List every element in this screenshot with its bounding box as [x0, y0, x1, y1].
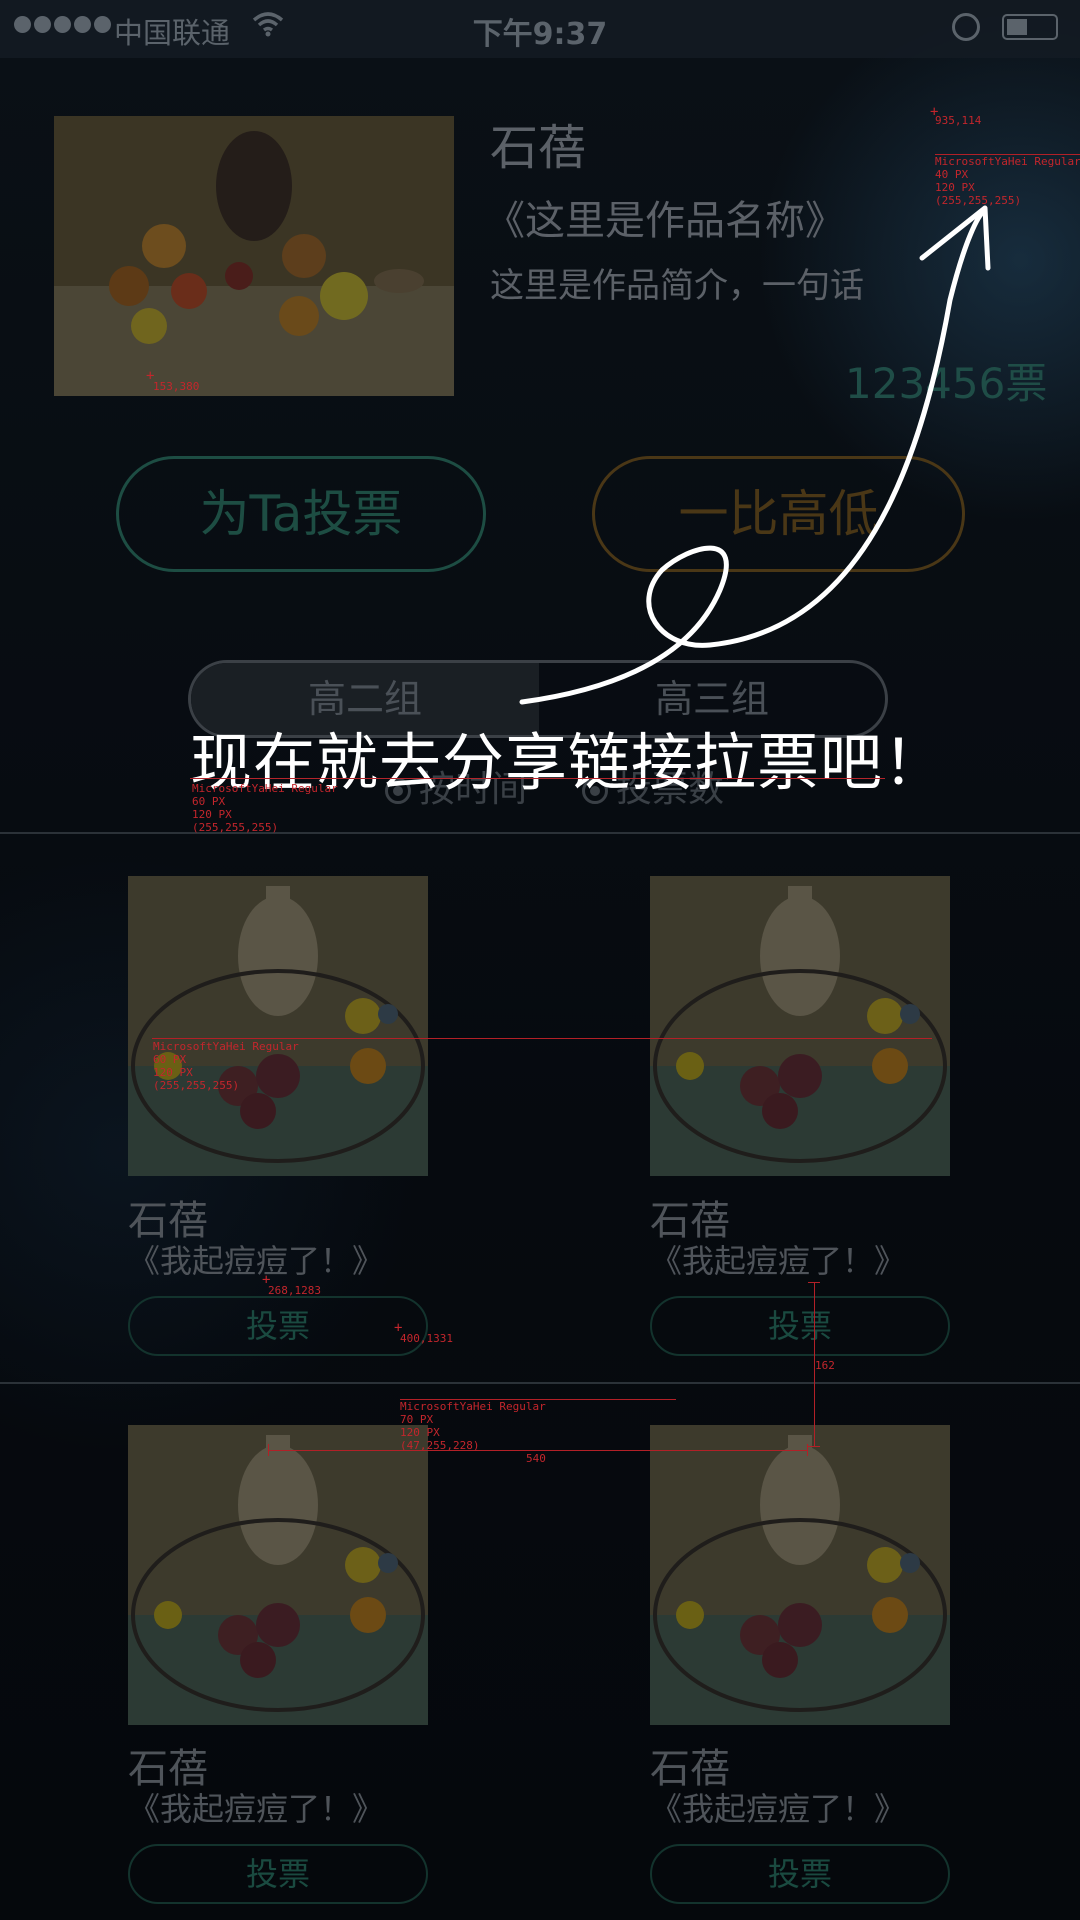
annotation-font-spec: MicrosoftYaHei Regular 60 PX 120 PX (255… — [153, 1040, 299, 1092]
annotation-font-spec: MicrosoftYaHei Regular 40 PX 120 PX (255… — [935, 155, 1080, 207]
annotation-tick — [807, 1444, 808, 1456]
annotation-font-spec: MicrosoftYaHei Regular 70 PX 120 PX (47,… — [400, 1400, 546, 1452]
annotation-font-spec: MicrosoftYaHei Regular 60 PX 120 PX (255… — [192, 782, 338, 834]
annotation-tick — [808, 1282, 820, 1283]
annotation-coordinate: 153,380 — [153, 380, 200, 393]
annotation-coordinate: 268,1283 — [268, 1284, 321, 1297]
annotation-coordinate: 935,114 — [935, 114, 982, 127]
page-background: 中国联通 下午9:37 石蓓 《这里是作品名称》 这里是作品简介，一句话 123… — [0, 0, 1080, 1920]
annotation-tick — [808, 1446, 820, 1447]
annotation-measure-horizontal — [268, 1450, 808, 1451]
annotation-measure-label: 162 — [815, 1359, 835, 1372]
annotation-line — [152, 1038, 932, 1039]
annotation-underline — [190, 778, 885, 779]
annotation-tick — [268, 1444, 269, 1456]
annotation-coordinate: 400,1331 — [400, 1332, 453, 1345]
curly-arrow-icon — [519, 205, 991, 705]
annotation-measure-label: 540 — [526, 1452, 546, 1465]
